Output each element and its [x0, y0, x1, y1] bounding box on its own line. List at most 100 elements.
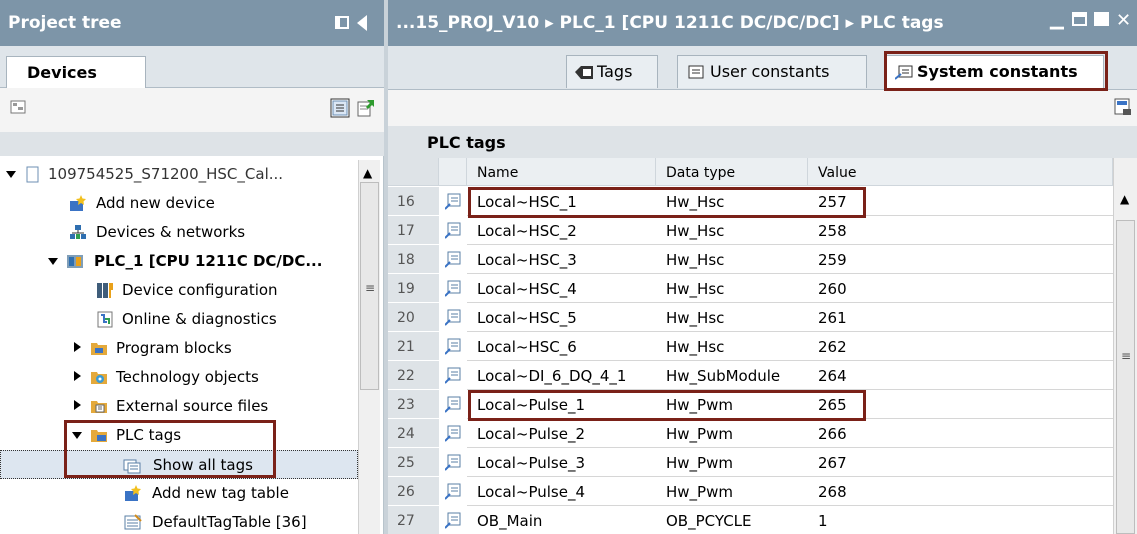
project-file-icon — [26, 166, 39, 183]
scroll-grip-icon: ≡ — [365, 281, 376, 295]
user-constants-icon — [688, 65, 704, 79]
tree-item-add-new-tag-table[interactable]: Add new tag table — [0, 479, 358, 508]
tree-item-devices-networks[interactable]: Devices & networks — [0, 218, 358, 247]
close-icon[interactable]: ✕ — [1116, 10, 1131, 31]
column-header-value[interactable]: Value — [808, 158, 1113, 186]
cell-data-type[interactable]: Hw_Hsc — [656, 274, 808, 303]
expand-right-icon[interactable] — [74, 342, 81, 352]
expand-down-icon[interactable] — [72, 432, 82, 439]
row-number: 26 — [388, 477, 439, 506]
tab-user-constants[interactable]: User constants — [677, 55, 867, 88]
tree-item-external-source-files[interactable]: External source files — [0, 392, 358, 421]
tab-label: User constants — [710, 62, 830, 81]
table-row[interactable]: 25 Local~Pulse_3 Hw_Pwm 267 — [388, 448, 1113, 477]
export-icon[interactable] — [356, 98, 376, 118]
collapse-left-icon[interactable] — [357, 15, 367, 31]
cell-value[interactable]: 264 — [808, 361, 1113, 390]
tab-system-constants[interactable]: System constants — [886, 55, 1104, 88]
tree-item-plc1[interactable]: PLC_1 [CPU 1211C DC/DC... — [0, 247, 358, 276]
expand-right-icon[interactable] — [74, 371, 81, 381]
tags-tab-icon — [575, 66, 593, 79]
cell-data-type[interactable]: Hw_Pwm — [656, 477, 808, 506]
maximize-icon[interactable] — [1094, 12, 1109, 26]
minimize-icon[interactable]: ▁ — [1050, 9, 1064, 30]
cell-data-type[interactable]: Hw_Hsc — [656, 332, 808, 361]
expand-down-icon[interactable] — [6, 171, 16, 178]
project-tree-scrollbar[interactable]: ▲ ≡ — [358, 160, 380, 534]
table-row[interactable]: 21 Local~HSC_6 Hw_Hsc 262 — [388, 332, 1113, 361]
cell-name[interactable]: Local~HSC_5 — [467, 303, 656, 332]
cell-name[interactable]: Local~HSC_6 — [467, 332, 656, 361]
cell-value[interactable]: 265 — [808, 390, 1113, 419]
scrollbar-thumb[interactable]: ≡ — [1116, 220, 1135, 534]
table-row[interactable]: 19 Local~HSC_4 Hw_Hsc 260 — [388, 274, 1113, 303]
tree-item-technology-objects[interactable]: Technology objects — [0, 363, 358, 392]
cell-name[interactable]: Local~HSC_4 — [467, 274, 656, 303]
cell-data-type[interactable]: OB_PCYCLE — [656, 506, 808, 534]
tree-item-online-diagnostics[interactable]: Online & diagnostics — [0, 305, 358, 334]
cell-name[interactable]: Local~Pulse_4 — [467, 477, 656, 506]
tree-item-show-all-tags[interactable]: Show all tags — [0, 450, 358, 479]
tab-devices[interactable]: Devices — [6, 56, 146, 89]
tree-item-default-tag-table[interactable]: DefaultTagTable [36] — [0, 508, 358, 534]
float-icon[interactable] — [1072, 12, 1087, 26]
scrollbar-thumb[interactable]: ≡ — [360, 182, 379, 390]
table-row[interactable]: 26 Local~Pulse_4 Hw_Pwm 268 — [388, 477, 1113, 506]
cell-value[interactable]: 258 — [808, 216, 1113, 245]
cell-value[interactable]: 262 — [808, 332, 1113, 361]
cell-data-type[interactable]: Hw_SubModule — [656, 361, 808, 390]
project-tree-toolbar — [0, 88, 384, 132]
cell-name[interactable]: Local~Pulse_2 — [467, 419, 656, 448]
table-row[interactable]: 20 Local~HSC_5 Hw_Hsc 261 — [388, 303, 1113, 332]
cell-data-type[interactable]: Hw_Pwm — [656, 419, 808, 448]
cell-value[interactable]: 268 — [808, 477, 1113, 506]
cell-value[interactable]: 1 — [808, 506, 1113, 534]
table-row[interactable]: 18 Local~HSC_3 Hw_Hsc 259 — [388, 245, 1113, 274]
tree-item-program-blocks[interactable]: Program blocks — [0, 334, 358, 363]
cell-data-type[interactable]: Hw_Hsc — [656, 216, 808, 245]
table-options-icon[interactable] — [1114, 98, 1132, 116]
cell-value[interactable]: 260 — [808, 274, 1113, 303]
cell-name[interactable]: Local~Pulse_1 — [467, 390, 656, 419]
cell-value[interactable]: 261 — [808, 303, 1113, 332]
cell-name[interactable]: Local~HSC_2 — [467, 216, 656, 245]
project-view-icon[interactable] — [10, 98, 28, 116]
tab-tags[interactable]: Tags — [566, 55, 658, 88]
tree-item-add-new-device[interactable]: Add new device — [0, 189, 358, 218]
column-header-name[interactable]: Name — [467, 158, 656, 186]
cell-name[interactable]: Local~Pulse_3 — [467, 448, 656, 477]
table-scrollbar[interactable]: ▲ ≡ — [1113, 158, 1137, 534]
pin-icon[interactable] — [335, 16, 349, 29]
cell-data-type[interactable]: Hw_Pwm — [656, 448, 808, 477]
table-row[interactable]: 16 Local~HSC_1 Hw_Hsc 257 — [388, 187, 1113, 216]
cell-value[interactable]: 267 — [808, 448, 1113, 477]
table-row[interactable]: 22 Local~DI_6_DQ_4_1 Hw_SubModule 264 — [388, 361, 1113, 390]
expand-down-icon[interactable] — [48, 258, 58, 265]
table-row[interactable]: 24 Local~Pulse_2 Hw_Pwm 266 — [388, 419, 1113, 448]
table-row[interactable]: 27 OB_Main OB_PCYCLE 1 — [388, 506, 1113, 534]
cell-value[interactable]: 266 — [808, 419, 1113, 448]
table-row[interactable]: 17 Local~HSC_2 Hw_Hsc 258 — [388, 216, 1113, 245]
tree-item-device-configuration[interactable]: Device configuration — [0, 276, 358, 305]
plc-tags-folder-icon — [91, 430, 107, 442]
tree-item-project[interactable]: 109754525_S71200_HSC_Cal... — [0, 160, 358, 189]
cell-data-type[interactable]: Hw_Hsc — [656, 303, 808, 332]
cell-name[interactable]: Local~DI_6_DQ_4_1 — [467, 361, 656, 390]
cell-value[interactable]: 259 — [808, 245, 1113, 274]
tree-item-plc-tags[interactable]: PLC tags — [0, 421, 358, 450]
cell-name[interactable]: OB_Main — [467, 506, 656, 534]
table-row[interactable]: 23 Local~Pulse_1 Hw_Pwm 265 — [388, 390, 1113, 419]
cell-data-type[interactable]: Hw_Hsc — [656, 245, 808, 274]
column-header-data-type[interactable]: Data type — [656, 158, 808, 186]
cell-name[interactable]: Local~HSC_1 — [467, 187, 656, 216]
cell-name[interactable]: Local~HSC_3 — [467, 245, 656, 274]
system-constant-icon — [445, 454, 461, 471]
cell-data-type[interactable]: Hw_Hsc — [656, 187, 808, 216]
cell-data-type[interactable]: Hw_Pwm — [656, 390, 808, 419]
list-view-icon[interactable] — [330, 98, 350, 118]
cell-value[interactable]: 257 — [808, 187, 1113, 216]
expand-right-icon[interactable] — [74, 400, 81, 410]
row-number: 19 — [388, 274, 439, 303]
scroll-up-icon[interactable]: ▲ — [1120, 192, 1129, 206]
scroll-up-icon[interactable]: ▲ — [363, 166, 372, 180]
